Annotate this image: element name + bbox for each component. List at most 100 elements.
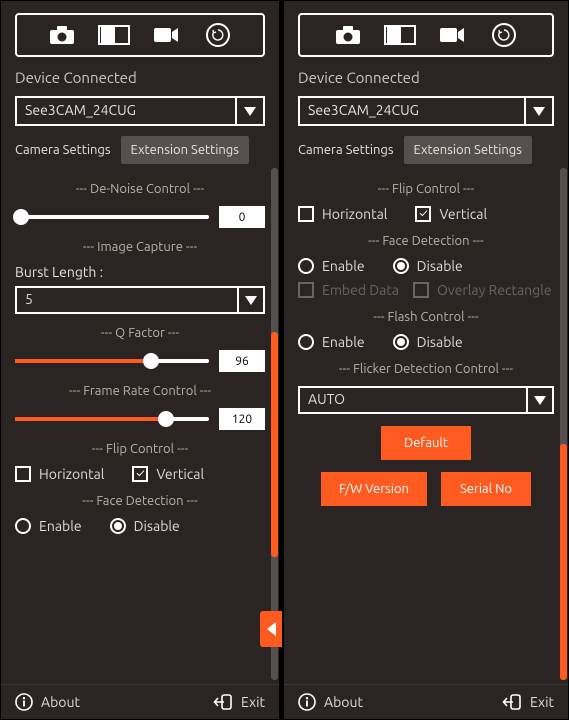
checkbox-icon (298, 206, 314, 222)
exit-button[interactable]: Exit (213, 693, 265, 711)
checkbox-disabled-icon (298, 282, 314, 298)
serial-no-button[interactable]: Serial No (441, 472, 531, 506)
qfactor-value[interactable]: 96 (219, 350, 265, 372)
radio-checked-icon (393, 258, 409, 274)
framerate-slider[interactable] (15, 417, 209, 421)
default-button-row: Default (298, 426, 554, 460)
device-select[interactable]: See3CAM_24CUG (15, 96, 265, 126)
face-disable-label: Disable (417, 258, 463, 274)
section-face-left: --- Face Detection --- (15, 494, 265, 508)
info-icon (15, 693, 33, 711)
flip-checkboxes-left: Horizontal Vertical (15, 466, 265, 482)
framerate-value[interactable]: 120 (219, 408, 265, 430)
photo-mode-button[interactable] (39, 21, 85, 49)
fw-version-button[interactable]: F/W Version (321, 472, 427, 506)
tab-camera-settings[interactable]: Camera Settings (5, 136, 121, 164)
flash-disable-label: Disable (417, 334, 463, 350)
default-button[interactable]: Default (381, 426, 471, 460)
denoise-slider[interactable] (15, 215, 209, 219)
video-icon (439, 26, 465, 44)
face-enable-radio[interactable]: Enable (298, 258, 365, 274)
section-image-capture: --- Image Capture --- (15, 240, 265, 254)
rect-icon (98, 25, 130, 45)
checkbox-disabled-icon (413, 282, 429, 298)
tabs: Camera Settings Extension Settings (288, 136, 564, 164)
qfactor-slider-row: 96 (15, 350, 265, 372)
capture-mode-row (15, 13, 265, 57)
burst-length-value: 5 (17, 288, 237, 312)
tabs: Camera Settings Extension Settings (5, 136, 275, 164)
device-select-value: See3CAM_24CUG (17, 98, 235, 124)
tab-camera-settings[interactable]: Camera Settings (288, 136, 404, 164)
section-qfactor: --- Q Factor --- (15, 326, 265, 340)
qfactor-slider[interactable] (15, 359, 209, 363)
panel-left: Device Connected See3CAM_24CUG Camera Se… (0, 0, 280, 720)
switch-camera-button[interactable] (481, 21, 527, 49)
refresh-icon (206, 23, 230, 47)
face-disable-radio[interactable]: Disable (110, 518, 180, 534)
panel-right: Device Connected See3CAM_24CUG Camera Se… (283, 0, 569, 720)
flip-vertical-checkbox[interactable]: Vertical (415, 206, 487, 222)
about-button[interactable]: About (298, 693, 363, 711)
video-mode-button[interactable] (143, 21, 189, 49)
flicker-select[interactable]: AUTO (298, 386, 554, 414)
overlay-rect-checkbox: Overlay Rectangle (413, 282, 552, 298)
scrollbar-left[interactable] (271, 168, 278, 680)
video-mode-button[interactable] (429, 21, 475, 49)
radio-icon (298, 334, 314, 350)
connection-status: Device Connected (298, 69, 554, 86)
flash-enable-label: Enable (322, 334, 365, 350)
radio-checked-icon (393, 334, 409, 350)
denoise-value[interactable]: 0 (219, 206, 265, 228)
chevron-left-icon (267, 622, 276, 636)
capture-mode-row (298, 13, 554, 57)
flash-disable-radio[interactable]: Disable (393, 334, 463, 350)
face-options-row: Embed Data Overlay Rectangle (298, 282, 554, 298)
flip-horizontal-checkbox[interactable]: Horizontal (298, 206, 387, 222)
section-denoise: --- De-Noise Control --- (15, 182, 265, 196)
exit-button[interactable]: Exit (502, 693, 554, 711)
video-icon (153, 26, 179, 44)
section-face-right: --- Face Detection --- (298, 234, 554, 248)
overlay-rect-label: Overlay Rectangle (437, 282, 552, 298)
camera-icon (49, 25, 75, 45)
tab-extension-settings[interactable]: Extension Settings (404, 136, 532, 164)
switch-camera-button[interactable] (195, 21, 241, 49)
section-framerate: --- Frame Rate Control --- (15, 384, 265, 398)
about-label: About (41, 694, 80, 710)
face-disable-radio[interactable]: Disable (393, 258, 463, 274)
face-radios-right: Enable Disable (298, 258, 554, 274)
connection-status: Device Connected (15, 69, 265, 86)
device-select[interactable]: See3CAM_24CUG (298, 96, 554, 126)
collapse-handle[interactable] (260, 611, 282, 647)
flash-radios: Enable Disable (298, 334, 554, 350)
flash-enable-radio[interactable]: Enable (298, 334, 365, 350)
chevron-down-icon (235, 98, 263, 124)
burst-length-select[interactable]: 5 (15, 286, 265, 314)
device-select-value: See3CAM_24CUG (300, 98, 524, 124)
info-icon (298, 693, 316, 711)
checkbox-icon (15, 466, 31, 482)
exit-label: Exit (241, 694, 265, 710)
face-enable-label: Enable (322, 258, 365, 274)
flip-horizontal-checkbox[interactable]: Horizontal (15, 466, 104, 482)
flip-checkboxes-right: Horizontal Vertical (298, 206, 554, 222)
footer-left: About Exit (1, 684, 279, 719)
exit-icon (213, 693, 233, 711)
scrollbar-right[interactable] (560, 168, 567, 680)
radio-checked-icon (110, 518, 126, 534)
radio-icon (298, 258, 314, 274)
face-enable-radio[interactable]: Enable (15, 518, 82, 534)
section-flash: --- Flash Control --- (298, 310, 554, 324)
capture-mode-button[interactable] (377, 21, 423, 49)
chevron-down-icon (237, 288, 263, 312)
face-radios-left: Enable Disable (15, 518, 265, 534)
about-button[interactable]: About (15, 693, 80, 711)
capture-mode-button[interactable] (91, 21, 137, 49)
photo-mode-button[interactable] (325, 21, 371, 49)
checkbox-checked-icon (415, 206, 431, 222)
info-buttons-row: F/W Version Serial No (298, 472, 554, 506)
flip-vertical-checkbox[interactable]: Vertical (132, 466, 204, 482)
denoise-slider-row: 0 (15, 206, 265, 228)
tab-extension-settings[interactable]: Extension Settings (121, 136, 249, 164)
